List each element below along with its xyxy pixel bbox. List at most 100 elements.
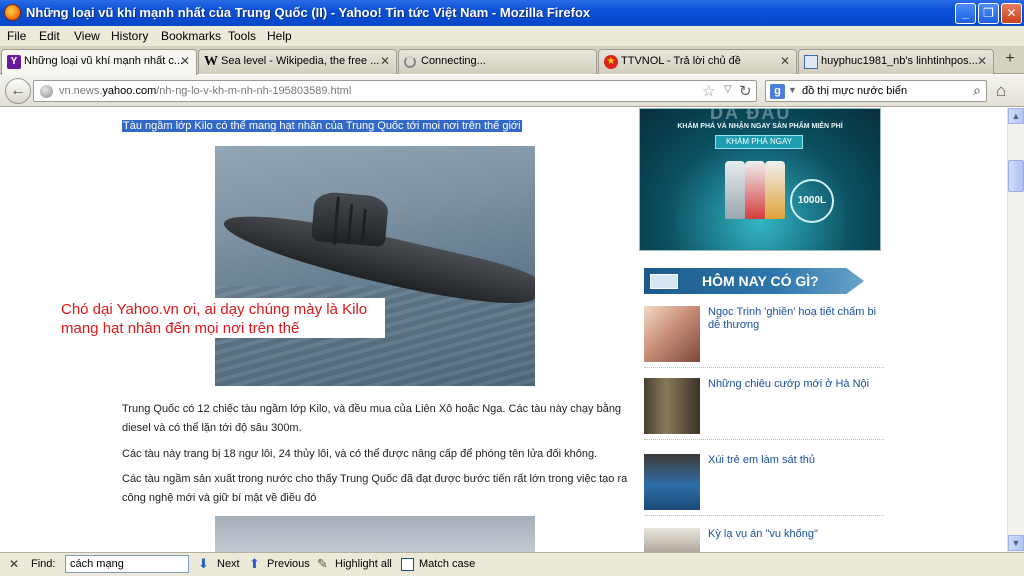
menu-bookmarks[interactable]: Bookmarks — [161, 29, 221, 43]
menu-help[interactable]: Help — [267, 29, 292, 43]
bookmark-star-icon[interactable]: ☆ — [702, 82, 715, 100]
news-title[interactable]: Ngọc Trinh 'ghiền' hoạ tiết chấm bi dễ t… — [708, 306, 880, 332]
ttvnol-icon: ★ — [604, 55, 618, 69]
search-icon[interactable]: ⌕ — [973, 82, 981, 99]
article-paragraph: Các tàu ngầm sản xuất trong nước cho thấ… — [122, 473, 628, 504]
url-text[interactable]: vn.news.yahoo.com/nh-ng-lo-v-kh-m-nh-nh-… — [59, 85, 351, 97]
tab-connecting[interactable]: Connecting... — [398, 49, 597, 74]
minimize-button[interactable]: _ — [955, 3, 976, 24]
scroll-up-icon[interactable]: ▲ — [1008, 108, 1024, 124]
submarine-sail — [310, 190, 390, 248]
tab-ttvnol[interactable]: ★ TTVNOL - Trả lời chủ đề ✕ — [598, 49, 797, 74]
search-bar[interactable]: g ▼ đồ thị mực nước biển ⌕ — [765, 80, 987, 102]
find-next-button[interactable]: Next — [217, 558, 240, 570]
wikipedia-icon: W — [204, 54, 218, 69]
highlight-all-button[interactable]: Highlight all — [335, 558, 392, 570]
google-icon[interactable]: g — [770, 84, 785, 99]
shampoo-bottle — [725, 161, 745, 219]
advertisement-banner[interactable]: DA ĐẦU KHÁM PHÁ VÀ NHẬN NGAY SẢN PHẨM MI… — [639, 108, 881, 251]
url-dropdown-icon[interactable]: ▽ — [724, 84, 732, 95]
tab-close-icon[interactable]: ✕ — [380, 54, 390, 68]
back-button[interactable]: ← — [5, 78, 31, 104]
image-caption: Tàu ngầm lớp Kilo có thể mang hạt nhân c… — [122, 120, 522, 132]
shampoo-bottle — [745, 161, 765, 219]
menu-view[interactable]: View — [74, 29, 100, 43]
menu-edit[interactable]: Edit — [39, 29, 60, 43]
news-item[interactable]: Ngọc Trinh 'ghiền' hoạ tiết chấm bi dễ t… — [644, 298, 884, 368]
navigation-bar: ← vn.news.yahoo.com/nh-ng-lo-v-kh-m-nh-n… — [0, 75, 1024, 107]
find-bar: ✕ Find: cách mạng ⬇ Next ⬆ Previous ✎ Hi… — [0, 552, 1024, 576]
tab-close-icon[interactable]: ✕ — [180, 54, 190, 68]
mast — [360, 209, 367, 244]
url-path: /nh-ng-lo-v-kh-m-nh-nh-195803589.html — [156, 85, 352, 97]
news-thumbnail[interactable] — [644, 306, 700, 362]
ad-volume-badge: 1000L — [790, 179, 834, 223]
find-previous-button[interactable]: Previous — [267, 558, 310, 570]
tab-label: Connecting... — [421, 55, 486, 67]
ad-cta-button[interactable]: KHÁM PHÁ NGAY — [715, 135, 803, 149]
find-next-arrow-icon[interactable]: ⬇ — [198, 556, 209, 572]
news-title[interactable]: Kỳ lạ vụ án "vu khống" — [708, 528, 880, 541]
submarine-image — [215, 146, 535, 386]
news-thumbnail[interactable] — [644, 378, 700, 434]
newspaper-icon — [650, 274, 678, 289]
url-domain: yahoo.com — [102, 85, 157, 97]
yahoo-icon: Y — [7, 55, 21, 69]
new-tab-button[interactable]: + — [1000, 50, 1020, 70]
mast — [332, 196, 340, 245]
window-titlebar: Những loại vũ khí mạnh nhất của Trung Qu… — [0, 0, 1024, 26]
match-case-label[interactable]: Match case — [419, 558, 475, 570]
find-close-icon[interactable]: ✕ — [9, 557, 19, 571]
search-input[interactable]: đồ thị mực nước biển — [802, 85, 907, 97]
menu-history[interactable]: History — [111, 29, 148, 43]
scrollbar-thumb[interactable] — [1008, 160, 1024, 192]
find-input[interactable]: cách mạng — [65, 555, 189, 573]
article-paragraph: Các tàu này trang bị 18 ngư lôi, 24 thủy… — [122, 448, 598, 460]
ad-tagline: KHÁM PHÁ VÀ NHẬN NGAY SẢN PHẨM MIỄN PHÍ — [677, 123, 843, 130]
find-label: Find: — [31, 558, 56, 570]
tab-label: Những loại vũ khí mạnh nhất c... — [24, 55, 184, 67]
shampoo-bottle — [765, 161, 785, 219]
tab-label: Sea level - Wikipedia, the free ... — [221, 55, 380, 67]
url-bar[interactable]: vn.news.yahoo.com/nh-ng-lo-v-kh-m-nh-nh-… — [33, 80, 757, 102]
highlighter-icon[interactable]: ✎ — [317, 556, 328, 572]
news-item[interactable]: Xúi trẻ em làm sát thủ — [644, 446, 884, 516]
section-title: HÔM NAY CÓ GÌ? — [702, 273, 819, 289]
tab-strip: Y Những loại vũ khí mạnh nhất c... ✕ W S… — [0, 46, 1024, 75]
overlay-annotation: Chó dại Yahoo.vn ơi, ai dạy chúng mày là… — [56, 298, 385, 338]
news-thumbnail[interactable] — [644, 454, 700, 510]
article-paragraph: Trung Quốc có 12 chiếc tàu ngầm lớp Kilo… — [122, 403, 622, 434]
loading-icon — [404, 56, 416, 68]
menu-bar: File Edit View History Bookmarks Tools H… — [0, 26, 1024, 46]
news-title[interactable]: Xúi trẻ em làm sát thủ — [708, 454, 880, 467]
window-title: Những loại vũ khí mạnh nhất của Trung Qu… — [26, 5, 591, 20]
tab-label: TTVNOL - Trả lời chủ đề — [621, 55, 741, 67]
menu-tools[interactable]: Tools — [228, 29, 256, 43]
search-engine-dropdown-icon[interactable]: ▼ — [788, 85, 797, 95]
news-item[interactable]: Kỳ lạ vụ án "vu khống" — [644, 520, 884, 552]
menu-file[interactable]: File — [7, 29, 26, 43]
find-previous-arrow-icon[interactable]: ⬆ — [249, 556, 260, 572]
tab-label: huyphuc1981_nb's linhtinhpos... — [821, 55, 978, 67]
tab-close-icon[interactable]: ✕ — [780, 54, 790, 68]
vertical-scrollbar[interactable]: ▲ ▼ — [1007, 108, 1024, 552]
tab-linhtinh[interactable]: huyphuc1981_nb's linhtinhpos... ✕ — [798, 49, 994, 74]
match-case-checkbox[interactable] — [401, 558, 414, 571]
close-button[interactable]: ✕ — [1001, 3, 1022, 24]
home-icon[interactable]: ⌂ — [996, 81, 1006, 101]
news-title[interactable]: Những chiêu cướp mới ở Hà Nội — [708, 378, 880, 391]
reload-icon[interactable]: ↻ — [739, 82, 752, 100]
section-header: HÔM NAY CÓ GÌ? — [644, 268, 864, 294]
news-thumbnail[interactable] — [644, 528, 700, 552]
page-content: Tàu ngầm lớp Kilo có thể mang hạt nhân c… — [0, 108, 1007, 552]
news-item[interactable]: Những chiêu cướp mới ở Hà Nội — [644, 370, 884, 440]
tab-close-icon[interactable]: ✕ — [977, 54, 987, 68]
tab-yahoo[interactable]: Y Những loại vũ khí mạnh nhất c... ✕ — [1, 49, 197, 75]
maximize-button[interactable]: ❐ — [978, 3, 999, 24]
article-image-2 — [215, 516, 535, 552]
url-prefix: vn.news. — [59, 85, 103, 97]
scroll-down-icon[interactable]: ▼ — [1008, 535, 1024, 551]
globe-icon — [40, 85, 53, 98]
tab-wikipedia[interactable]: W Sea level - Wikipedia, the free ... ✕ — [198, 49, 397, 74]
ad-headline: DA ĐẦU — [710, 108, 792, 123]
